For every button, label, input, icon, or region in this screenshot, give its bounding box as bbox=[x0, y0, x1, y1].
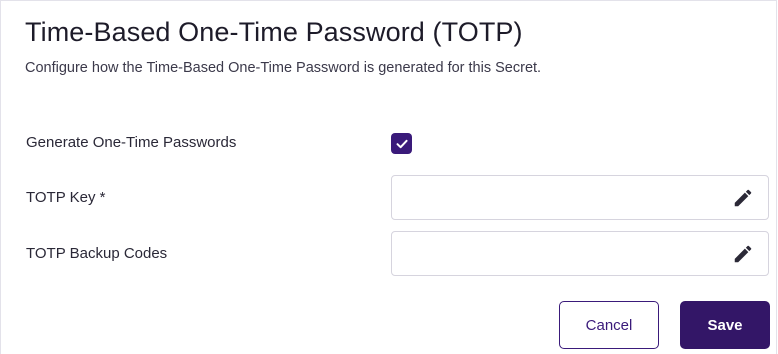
generate-otp-checkbox[interactable] bbox=[391, 133, 412, 154]
totp-dialog: Time-Based One-Time Password (TOTP) Conf… bbox=[0, 0, 777, 354]
dialog-description: Configure how the Time-Based One-Time Pa… bbox=[25, 60, 542, 76]
totp-backup-codes-label: TOTP Backup Codes bbox=[26, 245, 168, 262]
totp-backup-codes-input[interactable] bbox=[402, 238, 716, 270]
pencil-edit-icon[interactable] bbox=[732, 187, 754, 209]
checkmark-icon bbox=[396, 139, 408, 148]
generate-otp-label: Generate One-Time Passwords bbox=[26, 134, 237, 151]
totp-backup-codes-field bbox=[391, 231, 769, 276]
cancel-button[interactable]: Cancel bbox=[559, 301, 659, 349]
dialog-title: Time-Based One-Time Password (TOTP) bbox=[25, 17, 523, 47]
totp-key-field bbox=[391, 175, 769, 220]
totp-key-label: TOTP Key * bbox=[26, 189, 106, 206]
pencil-edit-icon[interactable] bbox=[732, 243, 754, 265]
save-button[interactable]: Save bbox=[680, 301, 770, 349]
totp-key-input[interactable] bbox=[402, 182, 716, 214]
